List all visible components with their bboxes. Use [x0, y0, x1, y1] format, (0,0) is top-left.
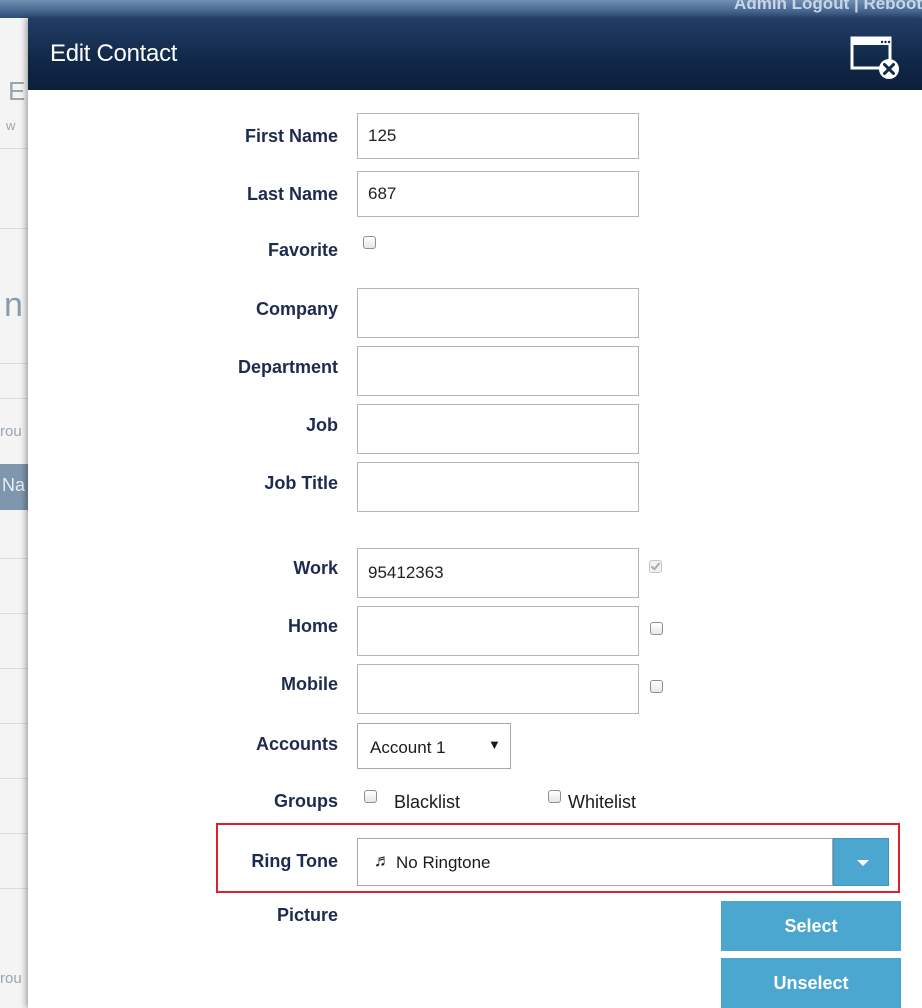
background-divider — [0, 888, 28, 889]
blacklist-checkbox[interactable] — [364, 790, 377, 803]
accounts-select[interactable]: Account 1 ▼ — [357, 723, 511, 769]
background-fragment: rou — [0, 970, 22, 987]
last-name-field[interactable] — [357, 171, 639, 217]
ring-tone-select[interactable]: ♬ No Ringtone — [357, 838, 833, 886]
job-title-label: Job Title — [264, 473, 338, 493]
favorite-label: Favorite — [267, 240, 338, 260]
department-field[interactable] — [357, 346, 639, 396]
mobile-default-checkbox[interactable] — [650, 680, 663, 693]
background-top-links: Admin Logout | Reboot — [734, 0, 922, 13]
dialog-title-bar: Edit Contact — [28, 18, 922, 90]
favorite-checkbox[interactable] — [363, 236, 376, 249]
background-divider — [0, 668, 28, 669]
accounts-selected-value: Account 1 — [370, 738, 446, 757]
edit-contact-dialog: Edit Contact First Name Last Name Favori… — [28, 18, 922, 1008]
department-label: Department — [237, 357, 338, 377]
music-note-icon: ♬ — [374, 851, 391, 870]
background-divider — [0, 363, 28, 364]
job-field[interactable] — [357, 404, 639, 454]
picture-select-button[interactable]: Select — [721, 901, 901, 951]
mobile-label: Mobile — [281, 674, 338, 694]
blacklist-label: Blacklist — [394, 792, 461, 812]
first-name-field[interactable] — [357, 113, 639, 159]
background-fragment: n — [4, 286, 23, 324]
job-title-field[interactable] — [357, 462, 639, 512]
background-divider — [0, 228, 28, 229]
background-divider — [0, 723, 28, 724]
background-table-header: Na — [0, 464, 28, 510]
job-label: Job — [305, 415, 338, 435]
dropdown-arrow-icon: ▼ — [488, 737, 501, 752]
caret-down-icon — [857, 860, 869, 866]
background-divider — [0, 613, 28, 614]
background-fragment: Na — [2, 475, 26, 495]
ring-tone-label: Ring Tone — [251, 851, 338, 871]
background-divider — [0, 398, 28, 399]
window-close-icon[interactable] — [850, 36, 904, 82]
work-default-checkbox[interactable] — [649, 560, 662, 573]
background-divider — [0, 148, 28, 149]
last-name-label: Last Name — [246, 184, 338, 204]
work-phone-field[interactable] — [357, 548, 639, 598]
dialog-title: Edit Contact — [50, 40, 178, 67]
home-default-checkbox[interactable] — [650, 622, 663, 635]
groups-label: Groups — [273, 791, 338, 811]
whitelist-label: Whitelist — [568, 792, 637, 812]
work-label: Work — [293, 558, 338, 578]
background-divider — [0, 833, 28, 834]
whitelist-checkbox[interactable] — [548, 790, 561, 803]
home-phone-field[interactable] — [357, 606, 639, 656]
background-page: E w n rou Na rou — [0, 18, 29, 1008]
first-name-label: First Name — [244, 126, 338, 146]
mobile-phone-field[interactable] — [357, 664, 639, 714]
background-divider — [0, 558, 28, 559]
background-fragment: E — [8, 76, 26, 106]
background-header-bar: Admin Logout | Reboot — [0, 0, 922, 18]
picture-unselect-button[interactable]: Unselect — [721, 958, 901, 1008]
background-divider — [0, 778, 28, 779]
background-fragment: rou — [0, 423, 22, 440]
accounts-label: Accounts — [255, 734, 338, 754]
ring-tone-value: No Ringtone — [396, 853, 491, 872]
background-fragment: w — [6, 118, 16, 133]
company-label: Company — [255, 299, 338, 319]
home-label: Home — [287, 616, 338, 636]
ring-tone-dropdown-button[interactable] — [833, 838, 889, 886]
company-field[interactable] — [357, 288, 639, 338]
picture-label: Picture — [276, 905, 338, 925]
